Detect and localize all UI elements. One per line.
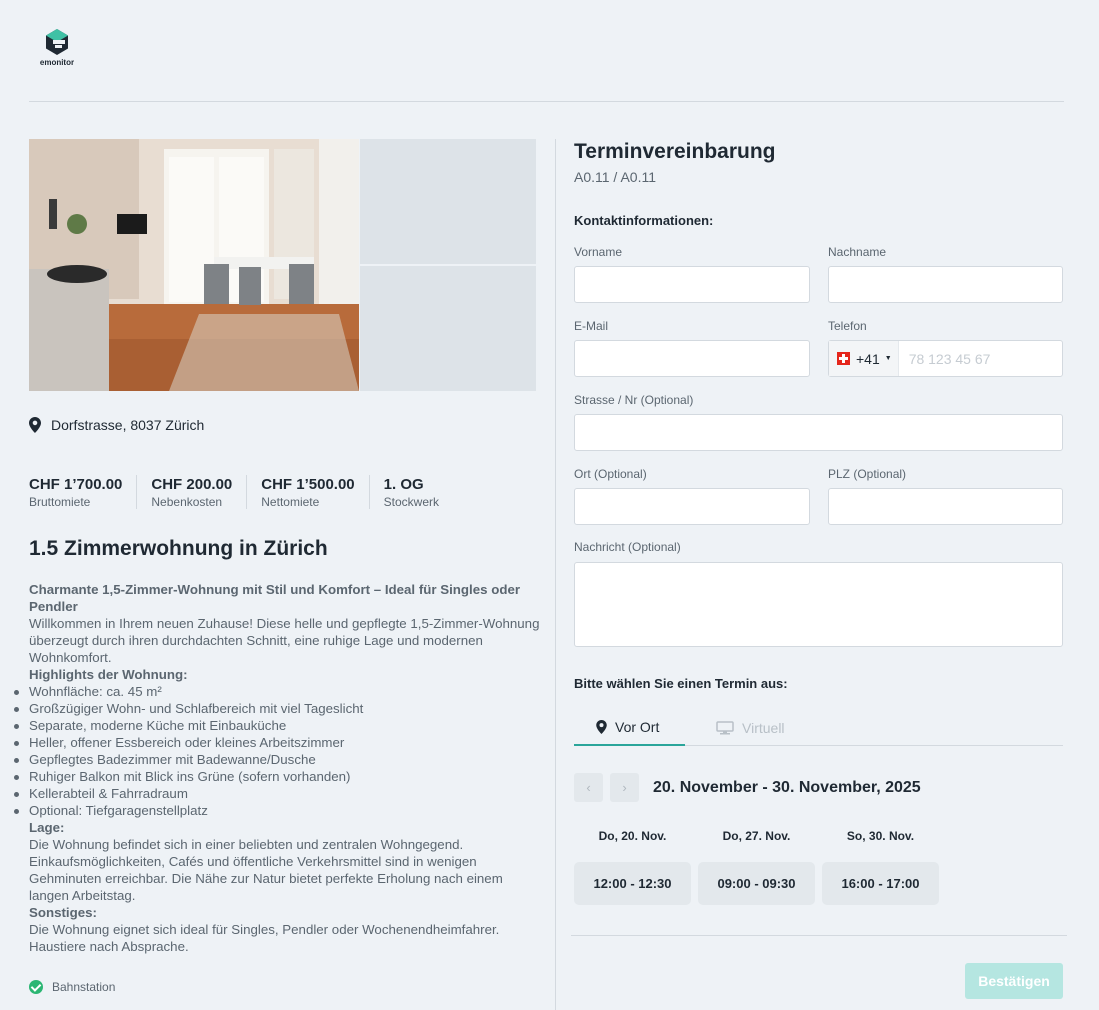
street-field[interactable] (574, 414, 1063, 451)
listing-description: Charmante 1,5-Zimmer-Wohnung mit Stil un… (14, 581, 541, 955)
stat-value: CHF 1’700.00 (29, 476, 123, 493)
zip-input[interactable] (829, 489, 1062, 524)
list-item: Großzügiger Wohn- und Schlafbereich mit … (14, 700, 541, 717)
stat-value: 1. OG (383, 476, 424, 493)
highlights-list: Wohnfläche: ca. 45 m² Großzügiger Wohn- … (14, 683, 541, 819)
chevron-left-icon: ‹ (586, 780, 591, 795)
list-item: Gepflegtes Badezimmer mit Badewanne/Dusc… (14, 751, 541, 768)
stat-gross-rent: CHF 1’700.00 Bruttomiete (29, 475, 136, 509)
form-title: Terminvereinbarung (574, 140, 776, 163)
firstname-label: Vorname (574, 245, 623, 259)
confirm-button[interactable]: Bestätigen (965, 963, 1063, 999)
header-divider (29, 101, 1064, 102)
gallery-main-photo[interactable] (29, 139, 359, 391)
gallery-thumbnail-2[interactable] (360, 266, 536, 391)
chevron-right-icon: › (622, 780, 627, 795)
tab-virtual[interactable]: Virtuell (716, 710, 785, 746)
email-field[interactable] (574, 340, 810, 377)
listing-address: Dorfstrasse, 8037 Zürich (29, 417, 204, 433)
zip-label: PLZ (Optional) (828, 467, 907, 481)
feature-label: Bahnstation (52, 980, 116, 994)
street-input[interactable] (575, 415, 1062, 450)
caret-down-icon: ▼ (884, 355, 892, 362)
country-code-select[interactable]: +41 ▼ (829, 341, 899, 376)
stat-label: Stockwerk (383, 495, 440, 509)
form-subtitle: A0.11 / A0.11 (574, 169, 656, 185)
description-intro: Willkommen in Ihrem neuen Zuhause! Diese… (29, 616, 540, 665)
country-code: +41 (856, 350, 880, 367)
photo-gallery (29, 139, 536, 391)
listing-title: 1.5 Zimmerwohnung in Zürich (29, 537, 328, 560)
list-item: Optional: Tiefgaragenstellplatz (14, 802, 541, 819)
city-label: Ort (Optional) (574, 467, 647, 481)
message-field[interactable] (574, 562, 1063, 647)
email-input[interactable] (575, 341, 809, 376)
location-heading: Lage: (29, 820, 65, 835)
lastname-input[interactable] (829, 267, 1062, 302)
feature-badge: Bahnstation (29, 980, 115, 994)
city-input[interactable] (575, 489, 809, 524)
time-slot-button[interactable]: 09:00 - 09:30 (698, 862, 815, 905)
location-text: Die Wohnung befindet sich in einer belie… (29, 837, 503, 903)
appointment-heading: Bitte wählen Sie einen Termin aus: (574, 676, 788, 691)
tab-on-site[interactable]: Vor Ort (574, 710, 685, 746)
misc-text: Die Wohnung eignet sich ideal für Single… (29, 922, 500, 954)
logo-icon (46, 29, 68, 55)
firstname-input[interactable] (575, 267, 809, 302)
slot-day-label: Do, 27. Nov. (722, 829, 791, 843)
phone-field[interactable]: +41 ▼ (828, 340, 1063, 377)
footer-divider (571, 935, 1067, 936)
email-label: E-Mail (574, 319, 609, 333)
stat-additional-costs: CHF 200.00 Nebenkosten (136, 475, 246, 509)
next-week-button[interactable]: › (610, 773, 639, 802)
stat-label: Nettomiete (261, 495, 320, 509)
tab-label: Vor Ort (615, 719, 660, 735)
apartment-photo (29, 139, 359, 391)
emonitor-logo[interactable]: emonitor (37, 28, 77, 72)
firstname-field[interactable] (574, 266, 810, 303)
check-circle-icon (29, 980, 43, 994)
city-field[interactable] (574, 488, 810, 525)
message-label: Nachricht (Optional) (574, 540, 681, 554)
map-pin-icon (596, 720, 607, 734)
zip-field[interactable] (828, 488, 1063, 525)
swiss-flag-icon (837, 352, 850, 365)
price-stats: CHF 1’700.00 Bruttomiete CHF 200.00 Nebe… (29, 475, 453, 509)
misc-heading: Sonstiges: (29, 905, 97, 920)
monitor-icon (716, 721, 734, 735)
list-item: Ruhiger Balkon mit Blick ins Grüne (sofe… (14, 768, 541, 785)
date-range: 20. November - 30. November, 2025 (653, 779, 921, 796)
highlights-heading: Highlights der Wohnung: (29, 667, 188, 682)
street-label: Strasse / Nr (Optional) (574, 393, 694, 407)
time-slot-button[interactable]: 12:00 - 12:30 (574, 862, 691, 905)
map-pin-icon (29, 417, 41, 433)
description-headline: Charmante 1,5-Zimmer-Wohnung mit Stil un… (29, 582, 521, 614)
gallery-thumbnail-1[interactable] (360, 139, 536, 264)
stat-label: Nebenkosten (151, 495, 223, 509)
list-item: Kellerabteil & Fahrradraum (14, 785, 541, 802)
column-divider (555, 139, 556, 1010)
stat-net-rent: CHF 1’500.00 Nettomiete (246, 475, 368, 509)
stat-label: Bruttomiete (29, 495, 91, 509)
list-item: Wohnfläche: ca. 45 m² (14, 683, 541, 700)
appointment-type-tabs: Vor Ort Virtuell (574, 710, 1063, 746)
stat-value: CHF 1’500.00 (261, 476, 355, 493)
slot-day-label: So, 30. Nov. (846, 829, 915, 843)
time-slot-button[interactable]: 16:00 - 17:00 (822, 862, 939, 905)
tab-label: Virtuell (742, 720, 785, 736)
list-item: Separate, moderne Küche mit Einbauküche (14, 717, 541, 734)
lastname-field[interactable] (828, 266, 1063, 303)
prev-week-button[interactable]: ‹ (574, 773, 603, 802)
slot-day-label: Do, 20. Nov. (598, 829, 667, 843)
address-text: Dorfstrasse, 8037 Zürich (51, 417, 205, 433)
lastname-label: Nachname (828, 245, 887, 259)
phone-input[interactable] (898, 341, 1062, 376)
logo-text: emonitor (39, 58, 75, 67)
stat-value: CHF 200.00 (151, 476, 233, 493)
list-item: Heller, offener Essbereich oder kleines … (14, 734, 541, 751)
message-textarea[interactable] (575, 563, 1062, 646)
contact-heading: Kontaktinformationen: (574, 213, 714, 228)
phone-label: Telefon (828, 319, 867, 333)
stat-floor: 1. OG Stockwerk (368, 475, 453, 509)
